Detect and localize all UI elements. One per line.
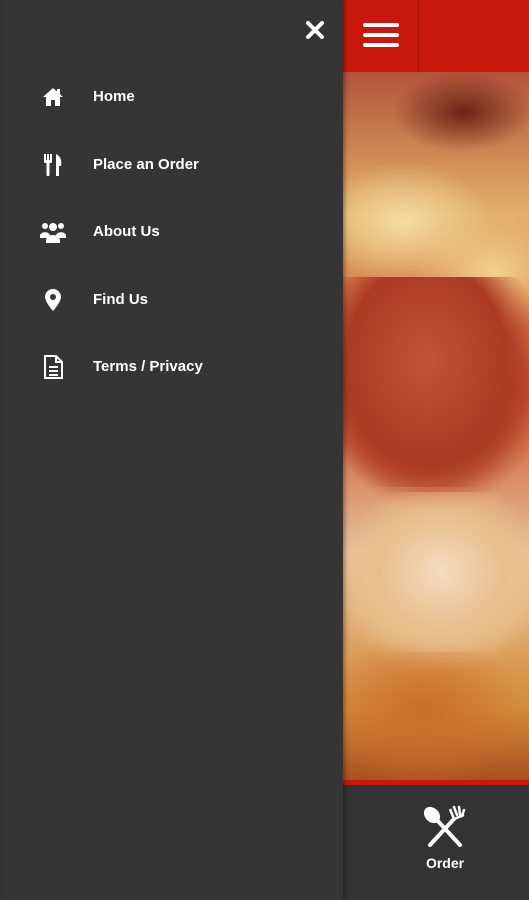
fork-spoon-icon: [423, 805, 466, 847]
header-divider: [418, 0, 419, 72]
bottom-nav: Order: [343, 780, 529, 900]
menu-item-label: Find Us: [93, 290, 148, 308]
home-icon: [40, 84, 66, 110]
app-header: [343, 0, 529, 72]
menu-item-place-order[interactable]: Place an Order: [4, 130, 343, 198]
users-icon: [40, 219, 66, 245]
order-label: Order: [425, 855, 465, 871]
side-drawer: Home Place an Order About Us Find Us Ter…: [4, 0, 343, 900]
menu-item-label: About Us: [93, 223, 160, 240]
hamburger-menu-icon[interactable]: [363, 20, 399, 50]
menu-item-find-us[interactable]: Find Us: [4, 265, 343, 333]
menu-item-label: Home: [93, 88, 135, 105]
order-tab[interactable]: Order: [393, 805, 497, 885]
map-marker-icon: [40, 287, 66, 313]
menu-item-home[interactable]: Home: [4, 62, 343, 130]
drawer-menu: Home Place an Order About Us Find Us Ter…: [4, 62, 343, 400]
menu-item-terms-privacy[interactable]: Terms / Privacy: [4, 332, 343, 400]
utensils-icon: [40, 152, 66, 178]
menu-item-about-us[interactable]: About Us: [4, 197, 343, 265]
close-icon[interactable]: [304, 19, 326, 41]
document-icon: [40, 354, 66, 380]
menu-item-label: Place an Order: [93, 155, 199, 173]
hero-pizza-image: [343, 72, 529, 780]
menu-item-label: Terms / Privacy: [93, 358, 203, 375]
